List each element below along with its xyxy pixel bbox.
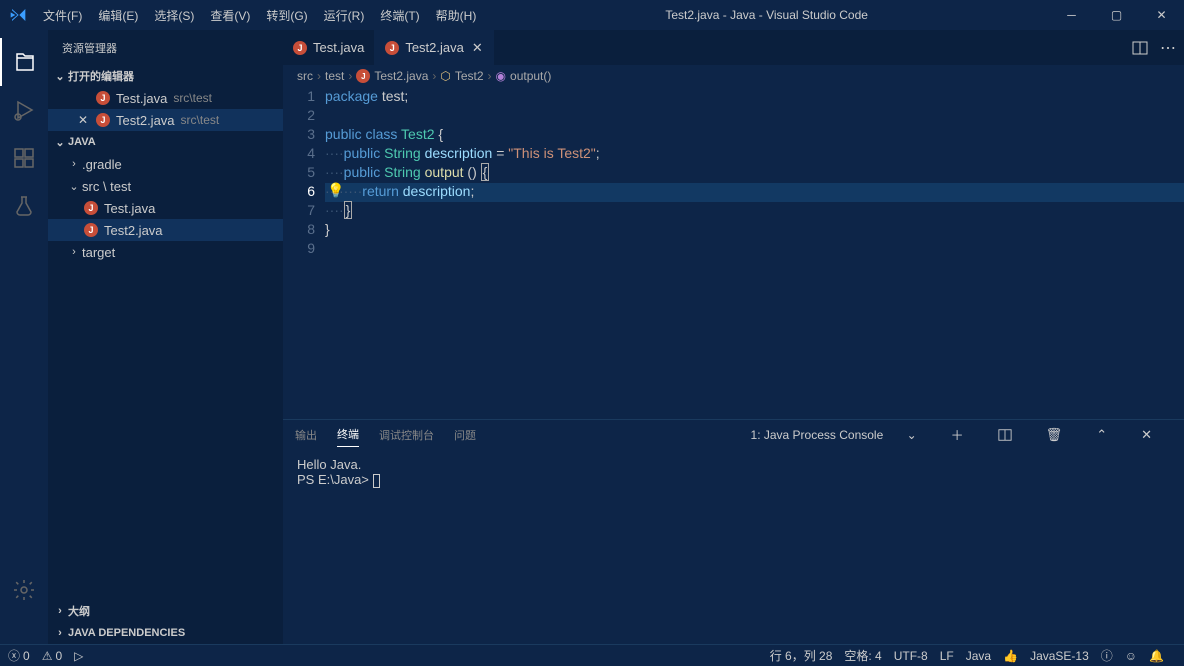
status-encoding[interactable]: UTF-8 — [894, 647, 928, 664]
menu-terminal[interactable]: 终端(T) — [372, 7, 427, 24]
panel-tab-debug[interactable]: 调试控制台 — [379, 427, 434, 447]
menu-view[interactable]: 查看(V) — [202, 7, 258, 24]
tab-test2[interactable]: JTest2.java✕ — [375, 30, 493, 65]
status-thumbsup-icon[interactable]: 👍 — [1003, 647, 1018, 664]
lightbulb-icon[interactable]: 💡 — [327, 182, 344, 199]
close-panel-icon[interactable]: ✕ — [1141, 427, 1152, 447]
file-test1[interactable]: JTest.java — [48, 197, 283, 219]
code-editor[interactable]: 💡 123456789 package test; public class T… — [283, 87, 1184, 419]
project-section[interactable]: ⌄JAVA — [48, 131, 283, 153]
terminal-body[interactable]: Hello Java. PS E:\Java> — [283, 453, 1184, 644]
status-warnings[interactable]: ⚠ 0 — [42, 649, 62, 663]
vscode-logo-icon — [0, 7, 35, 23]
line-gutter: 123456789 — [283, 87, 325, 419]
status-eol[interactable]: LF — [940, 647, 954, 664]
maximize-button[interactable]: ▢ — [1094, 0, 1139, 30]
explorer-sidebar: 资源管理器 ⌄打开的编辑器 JTest.javasrc\test ✕JTest2… — [48, 30, 283, 644]
status-info-icon[interactable]: ⓘ — [1101, 647, 1113, 664]
settings-gear-icon[interactable] — [0, 566, 48, 614]
activity-bar — [0, 30, 48, 644]
minimize-button[interactable]: ─ — [1049, 0, 1094, 30]
maximize-panel-icon[interactable]: ⌃ — [1096, 427, 1107, 447]
menu-bar: 文件(F) 编辑(E) 选择(S) 查看(V) 转到(G) 运行(R) 终端(T… — [35, 7, 484, 24]
status-bell-icon[interactable]: 🔔 — [1149, 647, 1164, 664]
open-editors-section[interactable]: ⌄打开的编辑器 — [48, 65, 283, 87]
status-lang[interactable]: Java — [966, 647, 991, 664]
testing-icon[interactable] — [0, 182, 48, 230]
titlebar: 文件(F) 编辑(E) 选择(S) 查看(V) 转到(G) 运行(R) 终端(T… — [0, 0, 1184, 30]
status-lncol[interactable]: 行 6，列 28 — [770, 647, 833, 664]
menu-select[interactable]: 选择(S) — [146, 7, 202, 24]
window-title: Test2.java - Java - Visual Studio Code — [484, 8, 1049, 22]
tab-test1[interactable]: JTest.java — [283, 30, 375, 65]
editor-tabs: JTest.java JTest2.java✕ ⋯ — [283, 30, 1184, 65]
menu-run[interactable]: 运行(R) — [316, 7, 373, 24]
more-actions-icon[interactable]: ⋯ — [1160, 38, 1176, 58]
outline-section[interactable]: ›大纲 — [48, 600, 283, 622]
status-jdk[interactable]: JavaSE-13 — [1030, 647, 1089, 664]
menu-file[interactable]: 文件(F) — [35, 7, 90, 24]
split-terminal-icon[interactable] — [998, 428, 1012, 446]
kill-terminal-icon[interactable]: 🗑 — [1046, 427, 1063, 447]
tab-close-icon[interactable]: ✕ — [472, 40, 483, 56]
folder-target[interactable]: ›target — [48, 241, 283, 263]
extensions-icon[interactable] — [0, 134, 48, 182]
open-editor-test1[interactable]: JTest.javasrc\test — [48, 87, 283, 109]
panel-tab-problems[interactable]: 问题 — [454, 427, 476, 447]
menu-help[interactable]: 帮助(H) — [428, 7, 485, 24]
status-feedback-icon[interactable]: ☺ — [1125, 647, 1137, 664]
open-editor-test2[interactable]: ✕JTest2.javasrc\test — [48, 109, 283, 131]
editor-area: JTest.java JTest2.java✕ ⋯ src› test› JTe… — [283, 30, 1184, 644]
status-errors[interactable]: ⓧ 0 — [8, 647, 30, 664]
java-deps-section[interactable]: ›JAVA DEPENDENCIES — [48, 622, 283, 644]
status-run-icon[interactable]: ▷ — [74, 649, 83, 663]
breadcrumb[interactable]: src› test› JTest2.java› ⬡Test2› ◉output(… — [283, 65, 1184, 87]
folder-src-test[interactable]: ⌄src \ test — [48, 175, 283, 197]
run-debug-icon[interactable] — [0, 86, 48, 134]
explorer-title: 资源管理器 — [48, 30, 283, 65]
terminal-selector[interactable]: 1: Java Process Console ⌄ — [751, 428, 917, 446]
new-terminal-icon[interactable]: ＋ — [951, 425, 964, 448]
folder-gradle[interactable]: ›.gradle — [48, 153, 283, 175]
menu-edit[interactable]: 编辑(E) — [90, 7, 146, 24]
close-button[interactable]: ✕ — [1139, 0, 1184, 30]
explorer-icon[interactable] — [0, 38, 48, 86]
menu-goto[interactable]: 转到(G) — [258, 7, 315, 24]
panel-tab-terminal[interactable]: 终端 — [337, 426, 359, 447]
panel-tab-output[interactable]: 输出 — [295, 427, 317, 447]
status-spaces[interactable]: 空格: 4 — [844, 647, 881, 664]
panel: 输出 终端 调试控制台 问题 1: Java Process Console ⌄… — [283, 419, 1184, 644]
status-bar: ⓧ 0 ⚠ 0 ▷ 行 6，列 28 空格: 4 UTF-8 LF Java 👍… — [0, 644, 1184, 666]
split-editor-icon[interactable] — [1132, 40, 1148, 56]
file-test2[interactable]: JTest2.java — [48, 219, 283, 241]
